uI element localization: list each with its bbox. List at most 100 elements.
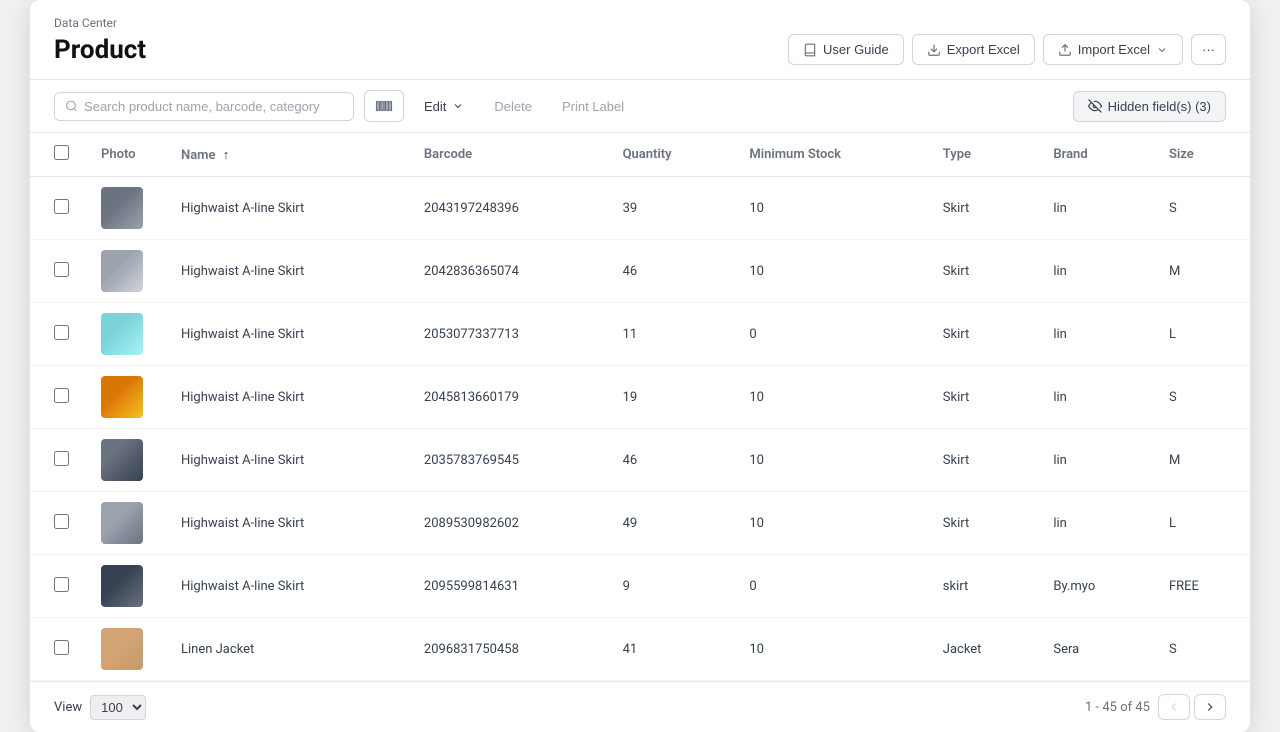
export-excel-button[interactable]: Export Excel (912, 34, 1035, 65)
row-checkbox[interactable] (54, 451, 69, 466)
row-checkbox[interactable] (54, 388, 69, 403)
chevron-right-icon (1203, 700, 1217, 714)
page-navigation (1158, 694, 1226, 720)
product-thumbnail (101, 502, 143, 544)
row-photo-cell (85, 303, 165, 366)
row-brand-cell: lin (1037, 366, 1153, 429)
row-quantity-cell: 39 (607, 177, 734, 240)
row-checkbox[interactable] (54, 199, 69, 214)
row-min-stock-cell: 10 (733, 618, 926, 681)
row-size-cell: L (1153, 492, 1250, 555)
row-size-cell: S (1153, 618, 1250, 681)
row-min-stock-cell: 10 (733, 492, 926, 555)
row-quantity-cell: 9 (607, 555, 734, 618)
row-brand-cell: By.myo (1037, 555, 1153, 618)
product-thumbnail (101, 439, 143, 481)
view-per-page-select[interactable]: 100 50 25 (90, 695, 146, 720)
row-photo-cell (85, 555, 165, 618)
row-size-cell: S (1153, 177, 1250, 240)
breadcrumb: Data Center (54, 16, 1226, 30)
row-checkbox[interactable] (54, 325, 69, 340)
hidden-fields-button[interactable]: Hidden field(s) (3) (1073, 91, 1226, 122)
row-type-cell: Skirt (927, 303, 1038, 366)
name-column-header[interactable]: Name ↑ (165, 133, 408, 177)
row-photo-cell (85, 177, 165, 240)
sort-asc-icon: ↑ (223, 148, 230, 163)
table-row: Highwaist A-line Skirt 2089530982602 49 … (30, 492, 1250, 555)
product-thumbnail (101, 313, 143, 355)
product-table-container: Photo Name ↑ Barcode Quantity Minimum St… (30, 133, 1250, 681)
barcode-scan-button[interactable] (364, 90, 404, 122)
row-brand-cell: lin (1037, 303, 1153, 366)
row-checkbox[interactable] (54, 577, 69, 592)
row-checkbox[interactable] (54, 640, 69, 655)
row-quantity-cell: 41 (607, 618, 734, 681)
view-label: View (54, 700, 82, 715)
upload-icon (1058, 43, 1072, 57)
main-window: Data Center Product User Guide Export Ex… (30, 0, 1250, 732)
select-all-checkbox[interactable] (54, 145, 69, 160)
row-photo-cell (85, 618, 165, 681)
row-name-cell: Highwaist A-line Skirt (165, 366, 408, 429)
row-checkbox[interactable] (54, 514, 69, 529)
row-brand-cell: Sera (1037, 618, 1153, 681)
row-photo-cell (85, 429, 165, 492)
barcode-icon (375, 97, 393, 115)
row-quantity-cell: 46 (607, 240, 734, 303)
search-container (54, 92, 354, 121)
table-row: Highwaist A-line Skirt 2053077337713 11 … (30, 303, 1250, 366)
chevron-down-icon (452, 100, 464, 112)
product-table: Photo Name ↑ Barcode Quantity Minimum St… (30, 133, 1250, 681)
header-row: Product User Guide Export Excel Import E… (54, 34, 1226, 79)
row-barcode-cell: 2045813660179 (408, 366, 607, 429)
delete-button[interactable]: Delete (484, 92, 542, 121)
row-barcode-cell: 2043197248396 (408, 177, 607, 240)
edit-button[interactable]: Edit (414, 92, 474, 121)
row-name-cell: Highwaist A-line Skirt (165, 429, 408, 492)
row-type-cell: skirt (927, 555, 1038, 618)
eye-off-icon (1088, 99, 1102, 113)
table-row: Highwaist A-line Skirt 2045813660179 19 … (30, 366, 1250, 429)
row-size-cell: S (1153, 366, 1250, 429)
row-checkbox-cell (30, 618, 85, 681)
table-row: Highwaist A-line Skirt 2095599814631 9 0… (30, 555, 1250, 618)
table-row: Highwaist A-line Skirt 2035783769545 46 … (30, 429, 1250, 492)
row-brand-cell: lin (1037, 177, 1153, 240)
book-icon (803, 43, 817, 57)
product-thumbnail (101, 565, 143, 607)
row-quantity-cell: 11 (607, 303, 734, 366)
row-barcode-cell: 2096831750458 (408, 618, 607, 681)
row-name-cell: Highwaist A-line Skirt (165, 177, 408, 240)
row-brand-cell: lin (1037, 492, 1153, 555)
table-row: Highwaist A-line Skirt 2042836365074 46 … (30, 240, 1250, 303)
pagination: 1 - 45 of 45 (1085, 694, 1226, 720)
type-column-header: Type (927, 133, 1038, 177)
table-header-row: Photo Name ↑ Barcode Quantity Minimum St… (30, 133, 1250, 177)
print-label-button[interactable]: Print Label (552, 92, 634, 121)
photo-column-header: Photo (85, 133, 165, 177)
search-icon (65, 99, 78, 113)
prev-page-button[interactable] (1158, 694, 1190, 720)
row-checkbox[interactable] (54, 262, 69, 277)
row-checkbox-cell (30, 429, 85, 492)
size-column-header: Size (1153, 133, 1250, 177)
row-photo-cell (85, 492, 165, 555)
more-options-button[interactable]: ··· (1191, 34, 1226, 65)
next-page-button[interactable] (1194, 694, 1226, 720)
user-guide-button[interactable]: User Guide (788, 34, 904, 65)
row-type-cell: Skirt (927, 177, 1038, 240)
table-row: Highwaist A-line Skirt 2043197248396 39 … (30, 177, 1250, 240)
row-min-stock-cell: 0 (733, 303, 926, 366)
row-name-cell: Highwaist A-line Skirt (165, 555, 408, 618)
barcode-column-header: Barcode (408, 133, 607, 177)
min-stock-column-header: Minimum Stock (733, 133, 926, 177)
row-name-cell: Linen Jacket (165, 618, 408, 681)
search-input[interactable] (84, 99, 343, 114)
header-actions: User Guide Export Excel Import Excel ··· (788, 34, 1226, 65)
row-min-stock-cell: 10 (733, 177, 926, 240)
row-size-cell: M (1153, 240, 1250, 303)
table-footer: View 100 50 25 1 - 45 of 45 (30, 681, 1250, 732)
import-excel-button[interactable]: Import Excel (1043, 34, 1183, 65)
quantity-column-header: Quantity (607, 133, 734, 177)
view-control: View 100 50 25 (54, 695, 146, 720)
